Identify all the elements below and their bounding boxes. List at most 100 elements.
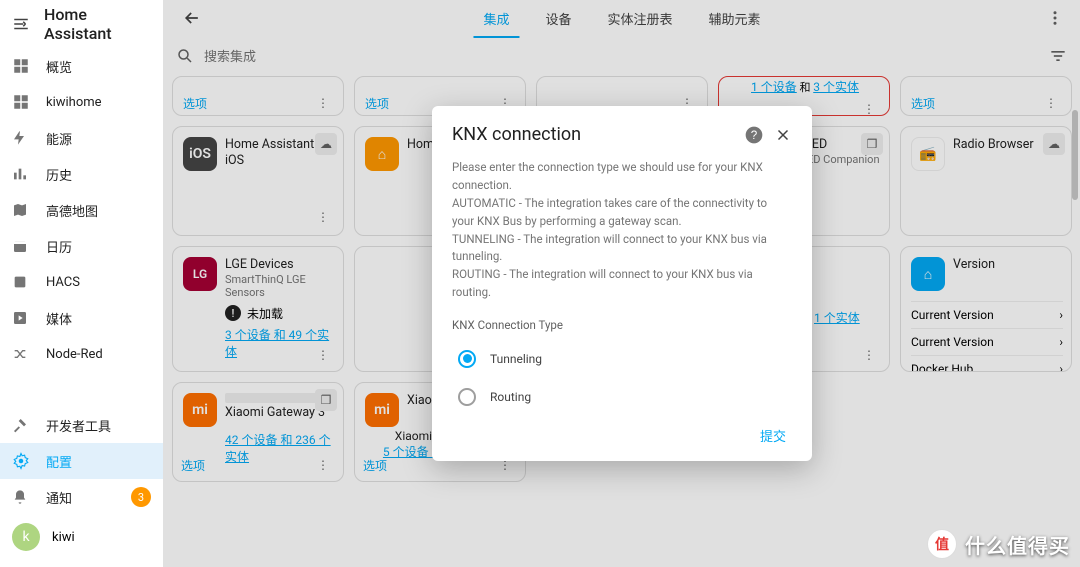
card-menu[interactable]: ⋮ xyxy=(857,97,881,121)
warning-line: !未加载 xyxy=(225,305,335,322)
sidebar-item-media[interactable]: 媒体 xyxy=(0,300,163,336)
bolt-icon xyxy=(12,130,32,146)
integration-card-version[interactable]: ⌂Version Current Version› Current Versio… xyxy=(900,246,1072,372)
gear-icon xyxy=(12,452,32,470)
integration-icon: LG xyxy=(183,257,217,291)
watermark-text: 什么值得买 xyxy=(965,530,1070,559)
options-link[interactable]: 选项 xyxy=(365,95,389,112)
integration-card[interactable]: 选项 ⋮ xyxy=(900,76,1072,116)
options-link[interactable]: 选项 xyxy=(363,457,387,474)
radio-tunneling[interactable]: Tunneling xyxy=(452,340,792,378)
dialog-title: KNX connection xyxy=(452,124,581,145)
sidebar-item-amap[interactable]: 高德地图 xyxy=(0,192,163,228)
sidebar-item-history[interactable]: 历史 xyxy=(0,156,163,192)
card-menu[interactable]: ⋮ xyxy=(311,91,335,115)
filter-icon[interactable] xyxy=(1048,46,1068,66)
tab-helpers[interactable]: 辅助元素 xyxy=(691,0,779,38)
integration-icon: mi xyxy=(365,393,399,427)
entities-link[interactable]: 3 个实体 xyxy=(813,80,859,94)
card-menu[interactable]: ⋮ xyxy=(1039,91,1063,115)
dashboard-icon xyxy=(12,57,32,75)
back-button[interactable] xyxy=(172,0,212,38)
cloud-icon: ☁ xyxy=(1043,133,1065,155)
sidebar-item-hacs[interactable]: HACS xyxy=(0,264,163,300)
integration-card-lge[interactable]: LGLGE DevicesSmartThinQ LGE Sensors !未加载… xyxy=(172,246,344,372)
integration-icon: ⌂ xyxy=(911,257,945,291)
tab-integrations[interactable]: 集成 xyxy=(465,0,527,38)
options-link[interactable]: 选项 xyxy=(911,95,935,112)
entity-link[interactable]: 1 个实体 xyxy=(814,311,860,325)
main: 集成 设备 实体注册表 辅助元素 选项 ⋮ 选项 ⋮ ⋮ 1 个设备 xyxy=(164,0,1080,567)
hammer-icon xyxy=(12,417,32,433)
media-icon xyxy=(12,310,32,326)
notification-badge: 3 xyxy=(131,487,151,507)
integration-icon: ⌂ xyxy=(365,137,399,171)
sidebar: Home Assistant 概览 kiwihome 能源 历史 高德地图 日历… xyxy=(0,0,164,567)
cube-icon: ❒ xyxy=(861,133,883,155)
dialog-description: Please enter the connection type we shou… xyxy=(452,159,792,302)
integration-card-radio[interactable]: ☁ 📻Radio Browser xyxy=(900,126,1072,236)
topbar: 集成 设备 实体注册表 辅助元素 xyxy=(164,0,1080,36)
integration-icon: 📻 xyxy=(911,137,945,171)
sidebar-nav: 概览 kiwihome 能源 历史 高德地图 日历 HACS 媒体 Node-R… xyxy=(0,48,163,407)
field-label: KNX Connection Type xyxy=(452,318,792,332)
tab-entities[interactable]: 实体注册表 xyxy=(590,0,691,38)
options-link[interactable]: 选项 xyxy=(181,457,205,474)
help-icon[interactable]: ? xyxy=(744,125,764,145)
scroll-thumb[interactable] xyxy=(1072,110,1078,200)
menu-icon[interactable] xyxy=(12,15,30,33)
integration-icon: iOS xyxy=(183,137,217,171)
radio-routing[interactable]: Routing xyxy=(452,378,792,416)
search-input[interactable] xyxy=(204,49,1048,64)
calendar-icon xyxy=(12,238,32,254)
sidebar-item-nodered[interactable]: Node-Red xyxy=(0,336,163,372)
chevron-right-icon: › xyxy=(1059,335,1063,349)
scrollbar[interactable] xyxy=(1072,80,1078,380)
sidebar-header: Home Assistant xyxy=(0,0,163,48)
integration-card-xiaomi-gw3[interactable]: ❒ miXiaomi Gateway 3 42 个设备 和 236 个实体 选项… xyxy=(172,382,344,482)
radio-button-icon xyxy=(458,388,476,406)
integration-card-haios[interactable]: ☁ iOSHome Assistant iOS ⋮ xyxy=(172,126,344,236)
sidebar-item-devtools[interactable]: 开发者工具 xyxy=(0,407,163,443)
sidebar-item-kiwihome[interactable]: kiwihome xyxy=(0,84,163,120)
card-menu[interactable]: ⋮ xyxy=(311,205,335,229)
map-icon xyxy=(12,202,32,218)
integration-card[interactable]: 选项 ⋮ xyxy=(172,76,344,116)
sidebar-item-overview[interactable]: 概览 xyxy=(0,48,163,84)
sidebar-item-calendar[interactable]: 日历 xyxy=(0,228,163,264)
sidebar-user[interactable]: k kiwi xyxy=(0,515,163,559)
overflow-menu[interactable] xyxy=(1038,1,1072,35)
sidebar-item-energy[interactable]: 能源 xyxy=(0,120,163,156)
watermark: 值 什么值得买 xyxy=(927,529,1070,559)
shuffle-icon xyxy=(12,346,32,362)
watermark-icon: 值 xyxy=(927,529,957,559)
version-row[interactable]: Current Version› xyxy=(911,301,1063,328)
alert-icon: ! xyxy=(225,305,241,321)
submit-button[interactable]: 提交 xyxy=(754,420,792,451)
card-menu[interactable]: ⋮ xyxy=(311,453,335,477)
integration-icon: mi xyxy=(183,393,217,427)
app-title: Home Assistant xyxy=(44,5,151,43)
card-menu[interactable]: ⋮ xyxy=(311,343,335,367)
devices-link[interactable]: 1 个设备 xyxy=(751,80,797,94)
chart-icon xyxy=(12,166,32,182)
home-icon xyxy=(12,93,32,111)
sidebar-item-config[interactable]: 配置 xyxy=(0,443,163,479)
chevron-right-icon: › xyxy=(1059,308,1063,322)
cube-icon: ❒ xyxy=(315,389,337,411)
card-menu[interactable]: ⋮ xyxy=(857,343,881,367)
version-row[interactable]: Docker Hub› xyxy=(911,355,1063,372)
tab-devices[interactable]: 设备 xyxy=(527,0,589,38)
version-row[interactable]: Current Version› xyxy=(911,328,1063,355)
hacs-icon xyxy=(12,274,32,290)
options-link[interactable]: 选项 xyxy=(183,95,207,112)
user-name: kiwi xyxy=(52,530,75,545)
knx-dialog: KNX connection ? Please enter the connec… xyxy=(432,106,812,461)
radio-button-icon xyxy=(458,350,476,368)
close-icon[interactable] xyxy=(774,126,792,144)
sidebar-item-notifications[interactable]: 通知3 xyxy=(0,479,163,515)
svg-text:?: ? xyxy=(751,129,758,142)
tabs: 集成 设备 实体注册表 辅助元素 xyxy=(465,0,778,38)
sidebar-bottom: 开发者工具 配置 通知3 k kiwi xyxy=(0,407,163,567)
bell-icon xyxy=(12,489,32,505)
